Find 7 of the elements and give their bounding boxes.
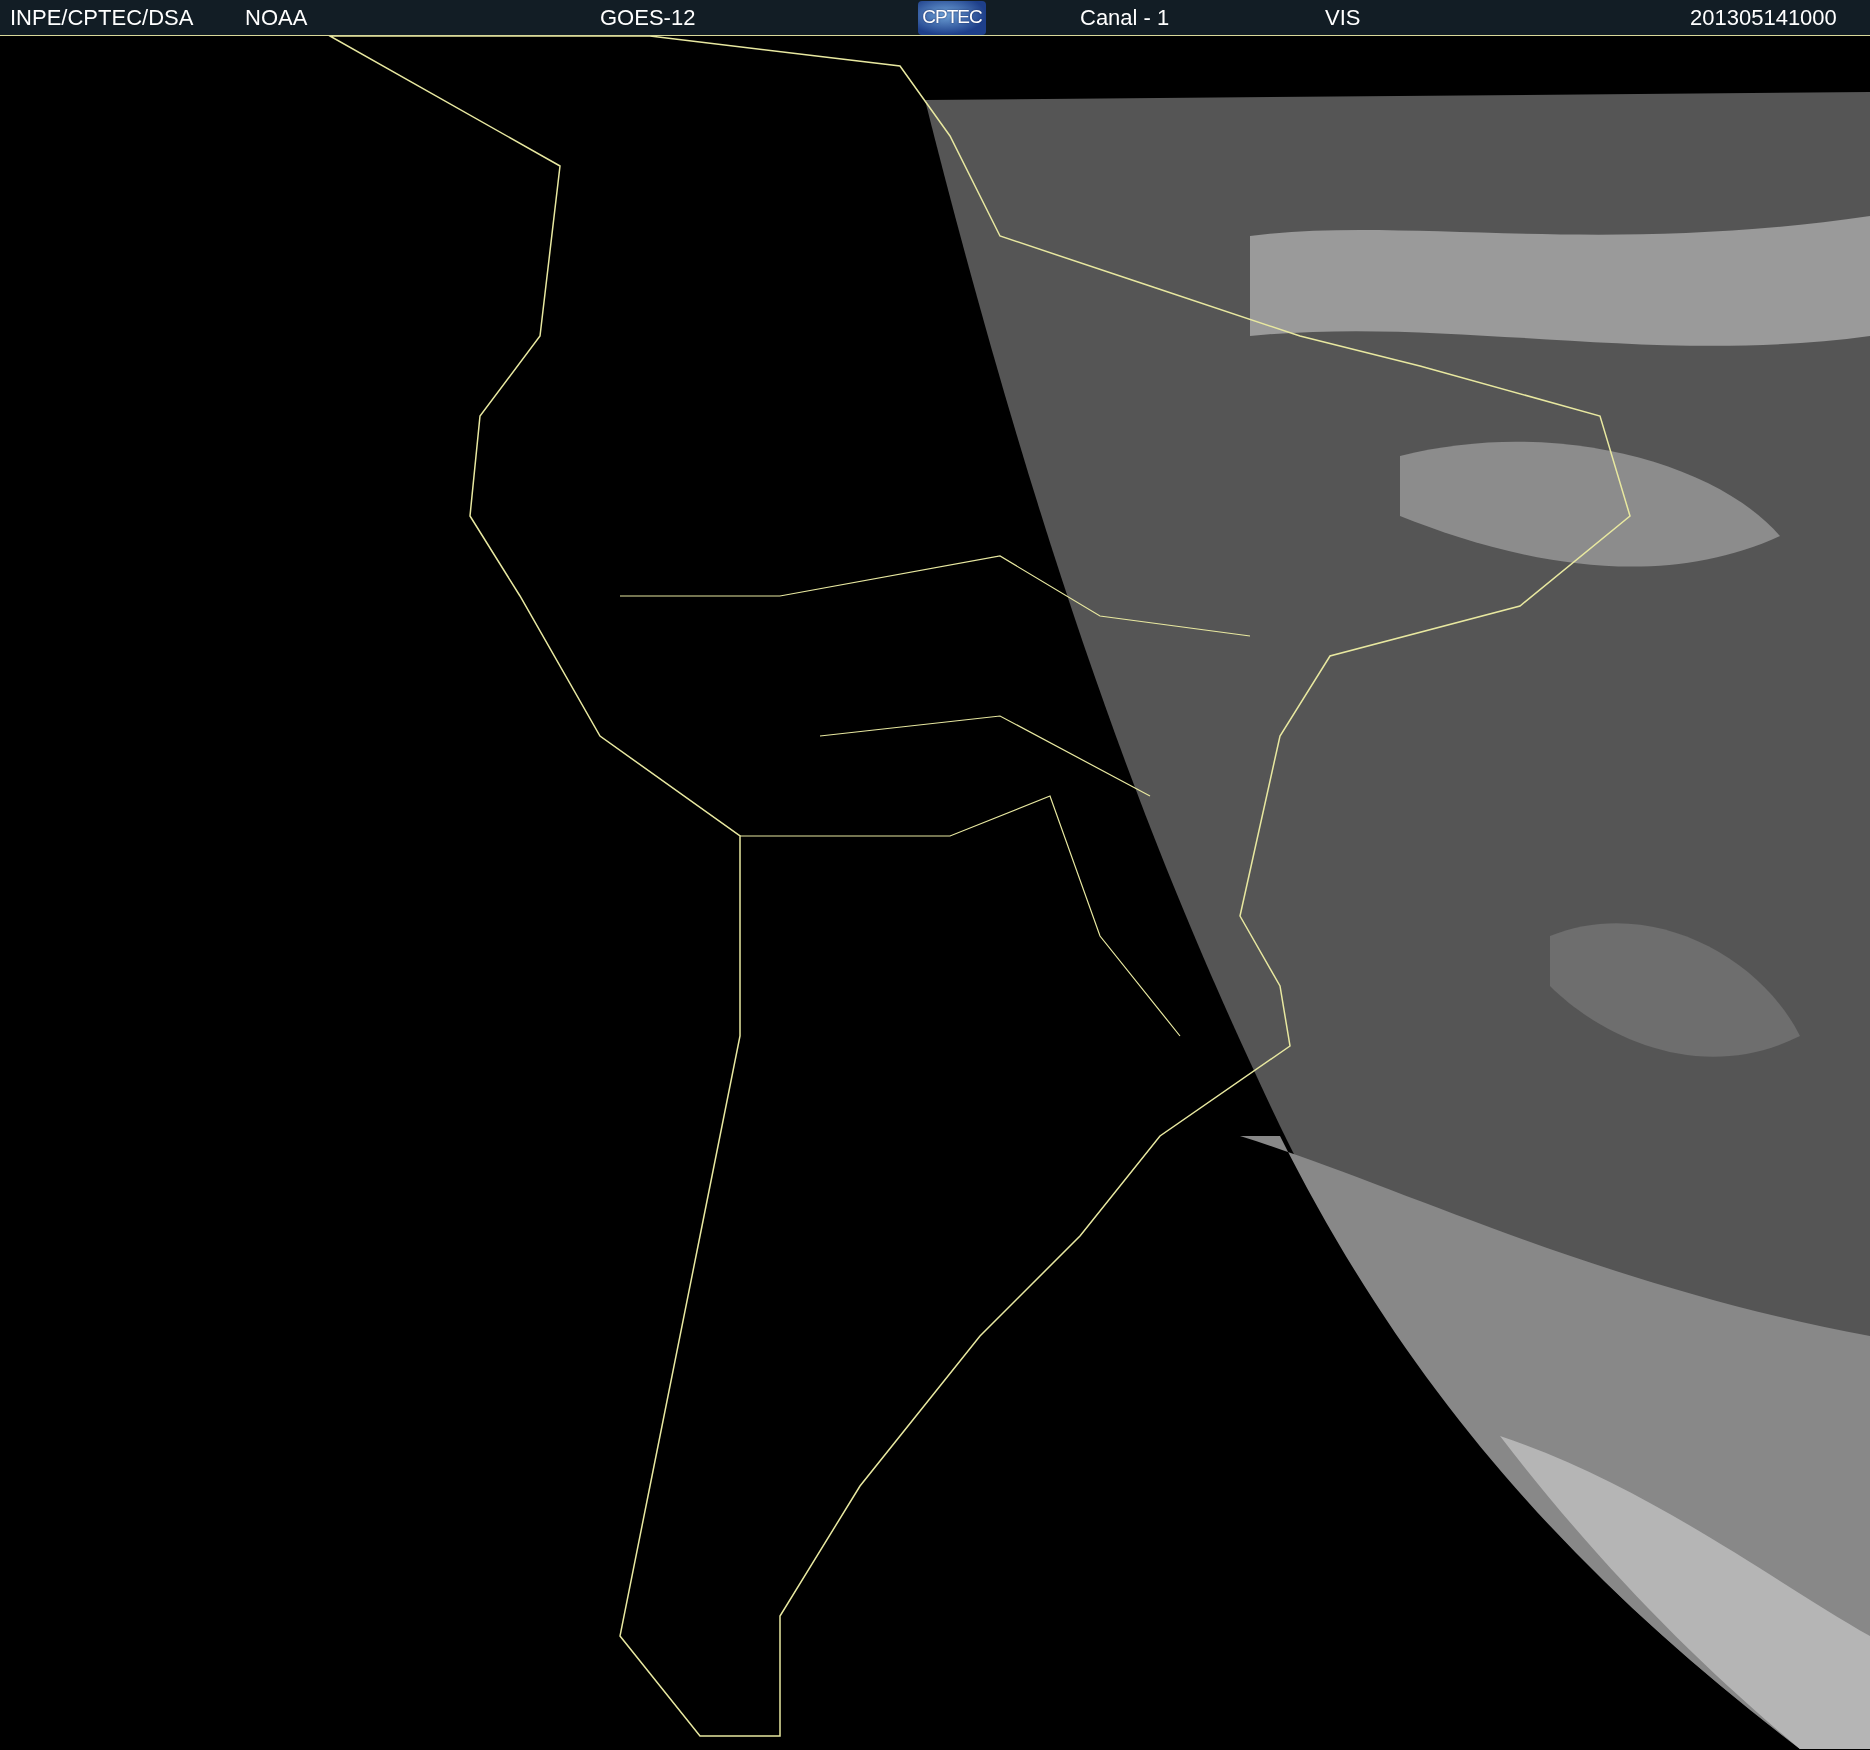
header-label: VIS xyxy=(1325,4,1361,30)
logo: CPTEC xyxy=(918,0,986,35)
header-label: GOES-12 xyxy=(600,4,696,30)
header-label: INPE/CPTEC/DSA xyxy=(10,4,194,30)
header-label: NOAA xyxy=(245,4,308,30)
header-label: 201305141000 xyxy=(1690,4,1837,30)
header-label: Canal - 1 xyxy=(1080,4,1170,30)
